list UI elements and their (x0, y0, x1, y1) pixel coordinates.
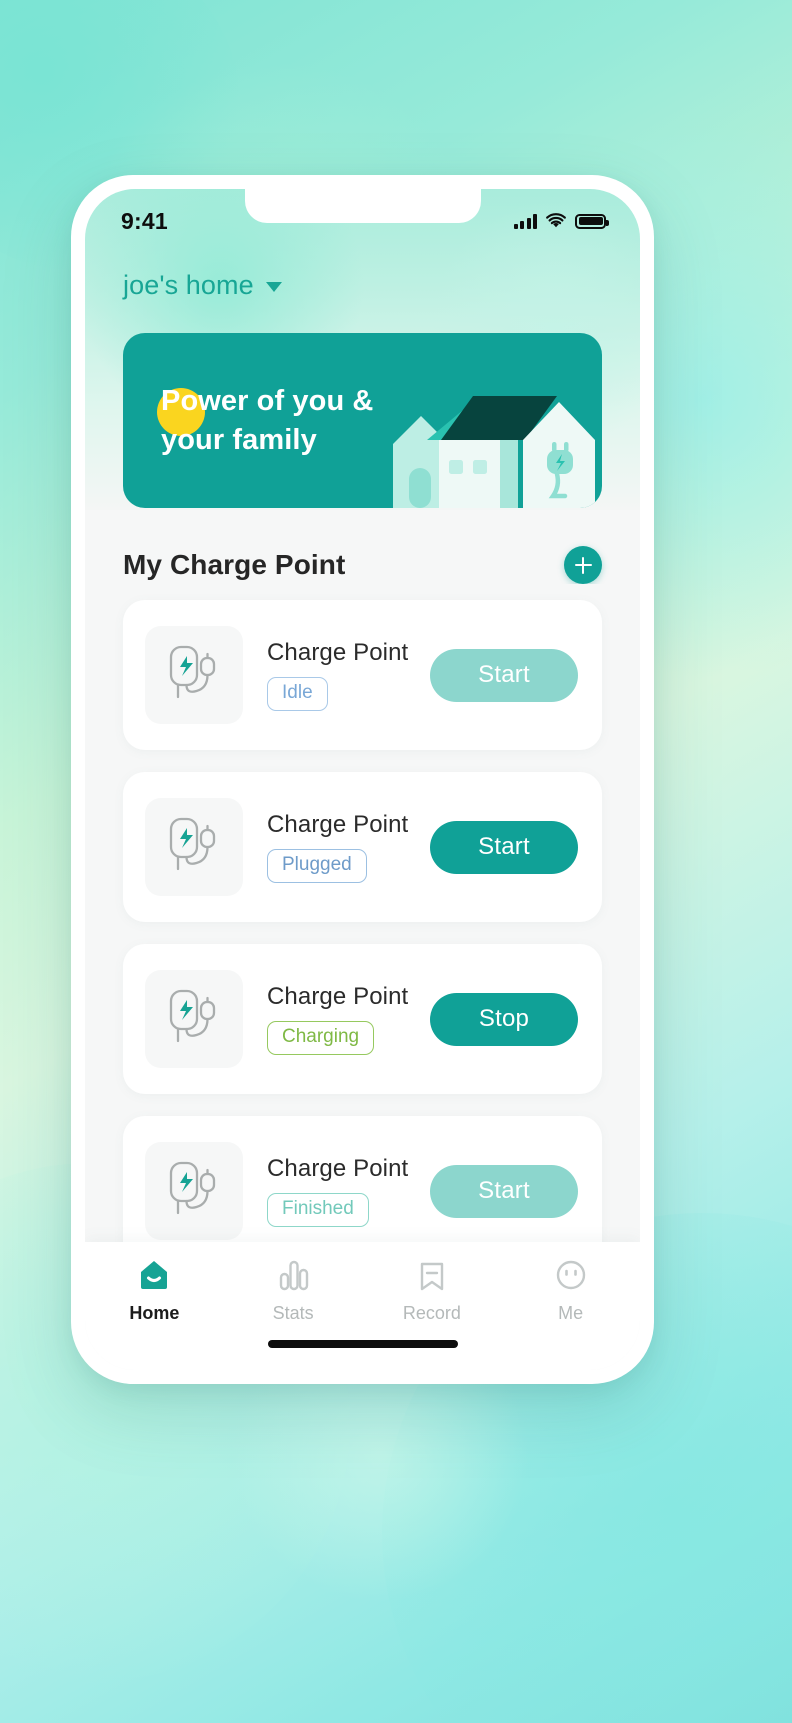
bottom-tab-bar: Home Stats Record Me (85, 1242, 640, 1370)
status-badge: Finished (267, 1193, 369, 1227)
charge-point-name: Charge Point (267, 1155, 409, 1183)
charge-point-info: Charge Point Finished (243, 1155, 430, 1227)
banner-title-line1: Power of you & (161, 384, 374, 417)
wifi-icon (546, 213, 566, 228)
phone-mockup: 9:41 joe's home Power of you & your fami… (71, 175, 654, 1384)
tab-record[interactable]: Record (363, 1256, 502, 1324)
tab-label: Stats (272, 1303, 314, 1323)
charge-point-icon-box (145, 1142, 243, 1240)
banner-text-area: Power of you & your family (123, 382, 423, 459)
charge-point-icon-box (145, 970, 243, 1068)
tab-label: Me (558, 1303, 584, 1323)
charge-point-card[interactable]: Charge Point Charging Stop (123, 944, 602, 1094)
status-time: 9:41 (121, 207, 168, 234)
charge-point-action-button[interactable]: Stop (430, 992, 578, 1046)
charge-point-info: Charge Point Charging (243, 983, 430, 1055)
section-header: My Charge Point (85, 510, 640, 584)
face-circle-icon (556, 1260, 585, 1290)
charge-point-card[interactable]: Charge Point Plugged Start (123, 772, 602, 922)
banner-title-line2: your family (161, 423, 317, 456)
status-badge: Idle (267, 677, 328, 711)
phone-notch (244, 189, 481, 223)
promo-banner[interactable]: Power of you & your family (123, 333, 602, 508)
tab-home[interactable]: Home (85, 1256, 224, 1324)
cellular-signal-icon (513, 213, 537, 229)
phone-screen: 9:41 joe's home Power of you & your fami… (85, 189, 640, 1370)
status-badge: Charging (267, 1021, 375, 1055)
home-indicator (267, 1340, 458, 1348)
ev-charger-icon (169, 1161, 216, 1215)
ev-charger-icon (169, 645, 216, 699)
screen-top-area: 9:41 joe's home Power of you & your fami… (85, 189, 640, 510)
chevron-down-icon (265, 282, 282, 292)
charge-point-action-button[interactable]: Start (430, 820, 578, 874)
tab-label: Home (129, 1303, 180, 1323)
charge-point-name: Charge Point (267, 639, 409, 667)
charge-point-list[interactable]: Charge Point Idle Start Charge Point Plu… (85, 584, 640, 1242)
tab-me[interactable]: Me (501, 1256, 640, 1324)
charge-point-info: Charge Point Idle (243, 639, 430, 711)
ev-charger-icon (169, 989, 216, 1043)
charge-point-action-button[interactable]: Start (430, 1164, 578, 1218)
charge-point-card[interactable]: Charge Point Idle Start (123, 600, 602, 750)
home-icon (141, 1261, 168, 1289)
bookmark-minus-icon (420, 1262, 444, 1291)
charge-point-name: Charge Point (267, 983, 409, 1011)
tab-label: Record (402, 1303, 461, 1323)
page-title: My Charge Point (123, 549, 346, 580)
home-selector[interactable]: joe's home (85, 245, 640, 311)
home-name-label: joe's home (123, 269, 254, 300)
battery-full-icon (575, 213, 609, 229)
charge-point-card[interactable]: Charge Point Finished Start (123, 1116, 602, 1242)
bar-chart-icon (279, 1260, 309, 1291)
add-charge-point-button[interactable] (564, 546, 602, 584)
charge-point-action-button[interactable]: Start (430, 648, 578, 702)
charge-point-icon-box (145, 798, 243, 896)
charge-point-icon-box (145, 626, 243, 724)
status-icons (513, 213, 609, 229)
tab-stats[interactable]: Stats (224, 1256, 363, 1324)
charge-point-name: Charge Point (267, 811, 409, 839)
status-badge: Plugged (267, 849, 367, 883)
charge-point-info: Charge Point Plugged (243, 811, 430, 883)
promo-banner-wrap: Power of you & your family (85, 311, 640, 508)
ev-charger-icon (169, 817, 216, 871)
